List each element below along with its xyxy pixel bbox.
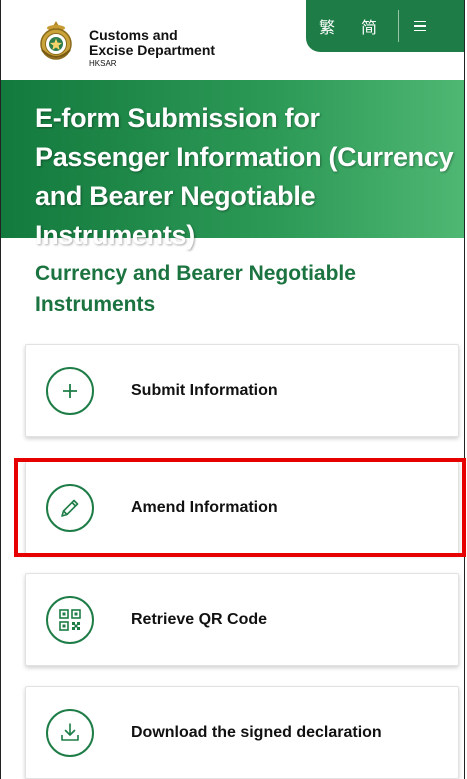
brand-line-2: Excise Department — [89, 42, 216, 58]
submit-information-label: Submit Information — [131, 382, 278, 399]
top-toolbar: 繁 简 — [306, 0, 464, 52]
submit-information-button[interactable]: Submit Information — [25, 344, 459, 437]
lang-simplified-chinese-button[interactable]: 简 — [348, 14, 390, 38]
hamburger-menu-icon — [414, 20, 426, 32]
page-frame: Customs and Excise Department HKSAR 繁 简 … — [0, 0, 465, 779]
toolbar-divider — [398, 10, 399, 42]
download-signed-declaration-button[interactable]: Download the signed declaration — [25, 686, 459, 779]
plus-icon — [46, 367, 94, 415]
amend-information-label: Amend Information — [131, 499, 278, 516]
amend-information-button[interactable]: Amend Information — [25, 461, 459, 554]
site-header: Customs and Excise Department HKSAR 繁 简 — [1, 0, 464, 80]
customs-emblem-logo[interactable] — [37, 20, 75, 62]
page-banner: E-form Submission for Passenger Informat… — [1, 80, 464, 250]
brand-name[interactable]: Customs and Excise Department HKSAR — [89, 27, 216, 69]
pencil-icon — [46, 484, 94, 532]
lang-traditional-chinese-button[interactable]: 繁 — [306, 14, 348, 38]
brand-line-1: Customs and — [89, 27, 178, 43]
retrieve-qr-code-button[interactable]: Retrieve QR Code — [25, 573, 459, 666]
section-title: Currency and Bearer Negotiable Instrumen… — [35, 262, 356, 316]
qr-code-icon — [46, 596, 94, 644]
page-title: E-form Submission for Passenger Informat… — [35, 103, 454, 250]
download-signed-declaration-label: Download the signed declaration — [131, 724, 382, 741]
menu-button[interactable] — [403, 0, 437, 52]
retrieve-qr-code-label: Retrieve QR Code — [131, 611, 268, 628]
download-icon — [46, 709, 94, 757]
brand-line-3: HKSAR — [89, 59, 117, 68]
